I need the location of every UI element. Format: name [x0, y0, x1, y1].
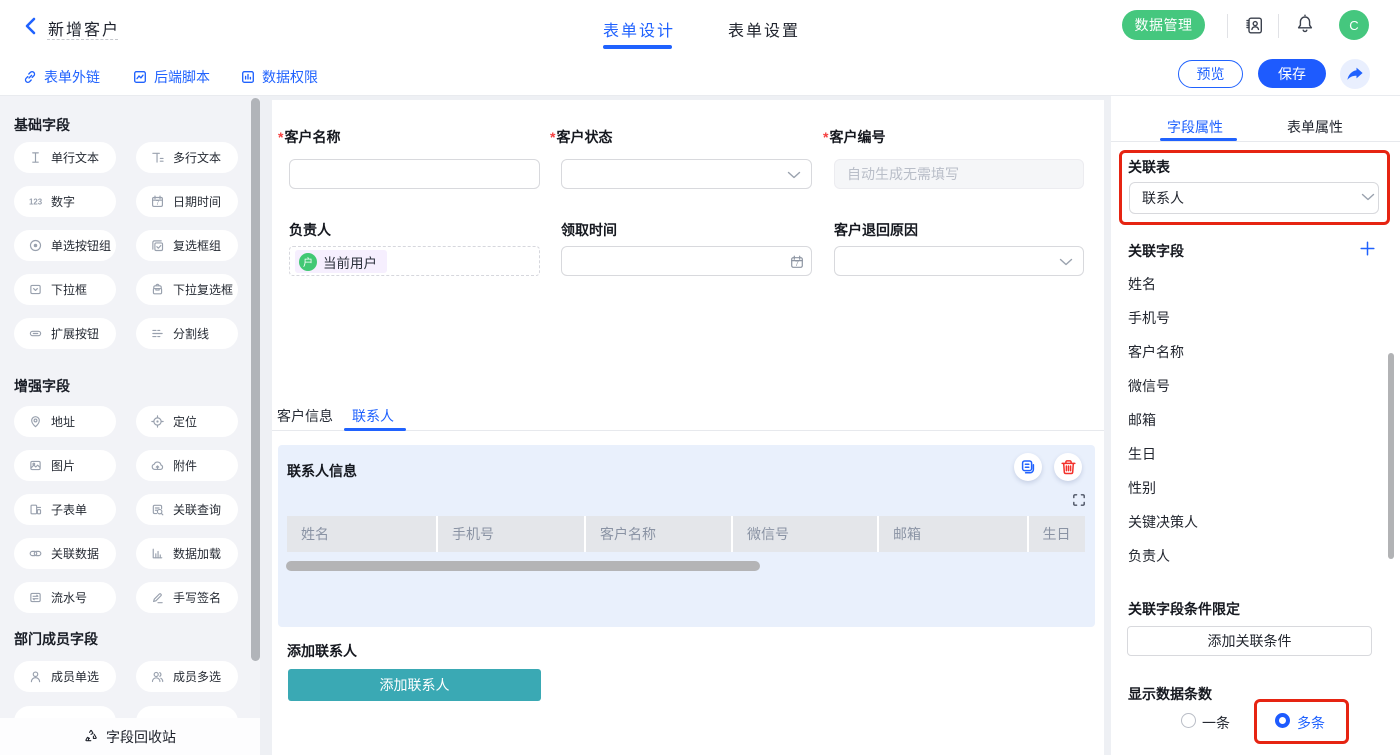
- svg-text:7: 7: [795, 261, 799, 268]
- svg-text:123: 123: [29, 197, 42, 206]
